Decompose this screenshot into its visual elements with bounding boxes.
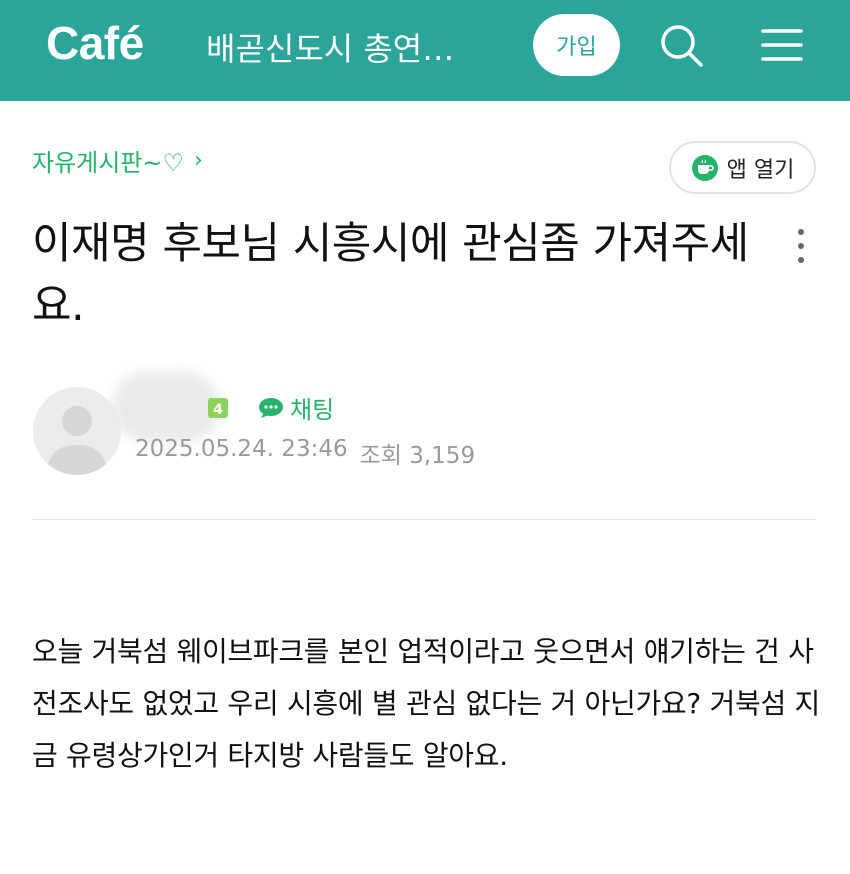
post-date: 2025.05.24. 23:46 [135, 436, 348, 462]
views-value: 3,159 [409, 443, 476, 469]
board-name: 자유게시판~♡ [32, 149, 185, 177]
cafe-logo[interactable]: Café [46, 16, 144, 70]
post-title: 이재명 후보님 시흥시에 관심좀 가져주세요. [32, 219, 749, 331]
chat-bubble-icon [259, 397, 283, 418]
default-profile-icon [47, 406, 107, 475]
join-button[interactable]: 가입 [533, 14, 620, 76]
board-link[interactable]: 자유게시판~♡ › [32, 143, 203, 178]
cup-icon [691, 154, 718, 181]
chat-link[interactable]: 채팅 [258, 390, 334, 425]
author-avatar[interactable] [33, 387, 121, 475]
open-app-label: 앱 열기 [726, 157, 795, 183]
cafe-name[interactable]: 배곧신도시 총연… [206, 24, 454, 70]
chevron-right-icon: › [194, 148, 203, 173]
post-meta: 2025.05.24. 23:46 조회 3,159 [135, 436, 475, 470]
open-app-button[interactable]: 앱 열기 [669, 141, 816, 194]
search-icon[interactable] [658, 22, 704, 68]
post-body: 오늘 거북섬 웨이브파크를 본인 업적이라고 웃으면서 얘기하는 건 사전조사도… [32, 635, 820, 772]
top-app-bar: Café 배곧신도시 총연… 가입 [0, 0, 850, 101]
menu-icon[interactable] [760, 26, 804, 64]
view-count: 조회 3,159 [360, 436, 476, 470]
views-label: 조회 [359, 443, 402, 469]
more-options-icon[interactable] [790, 226, 812, 268]
divider [32, 519, 816, 520]
chat-label: 채팅 [290, 396, 335, 424]
author-name-redacted [112, 372, 220, 442]
member-level-badge: 4 [208, 398, 228, 418]
member-level: 4 [213, 402, 223, 418]
